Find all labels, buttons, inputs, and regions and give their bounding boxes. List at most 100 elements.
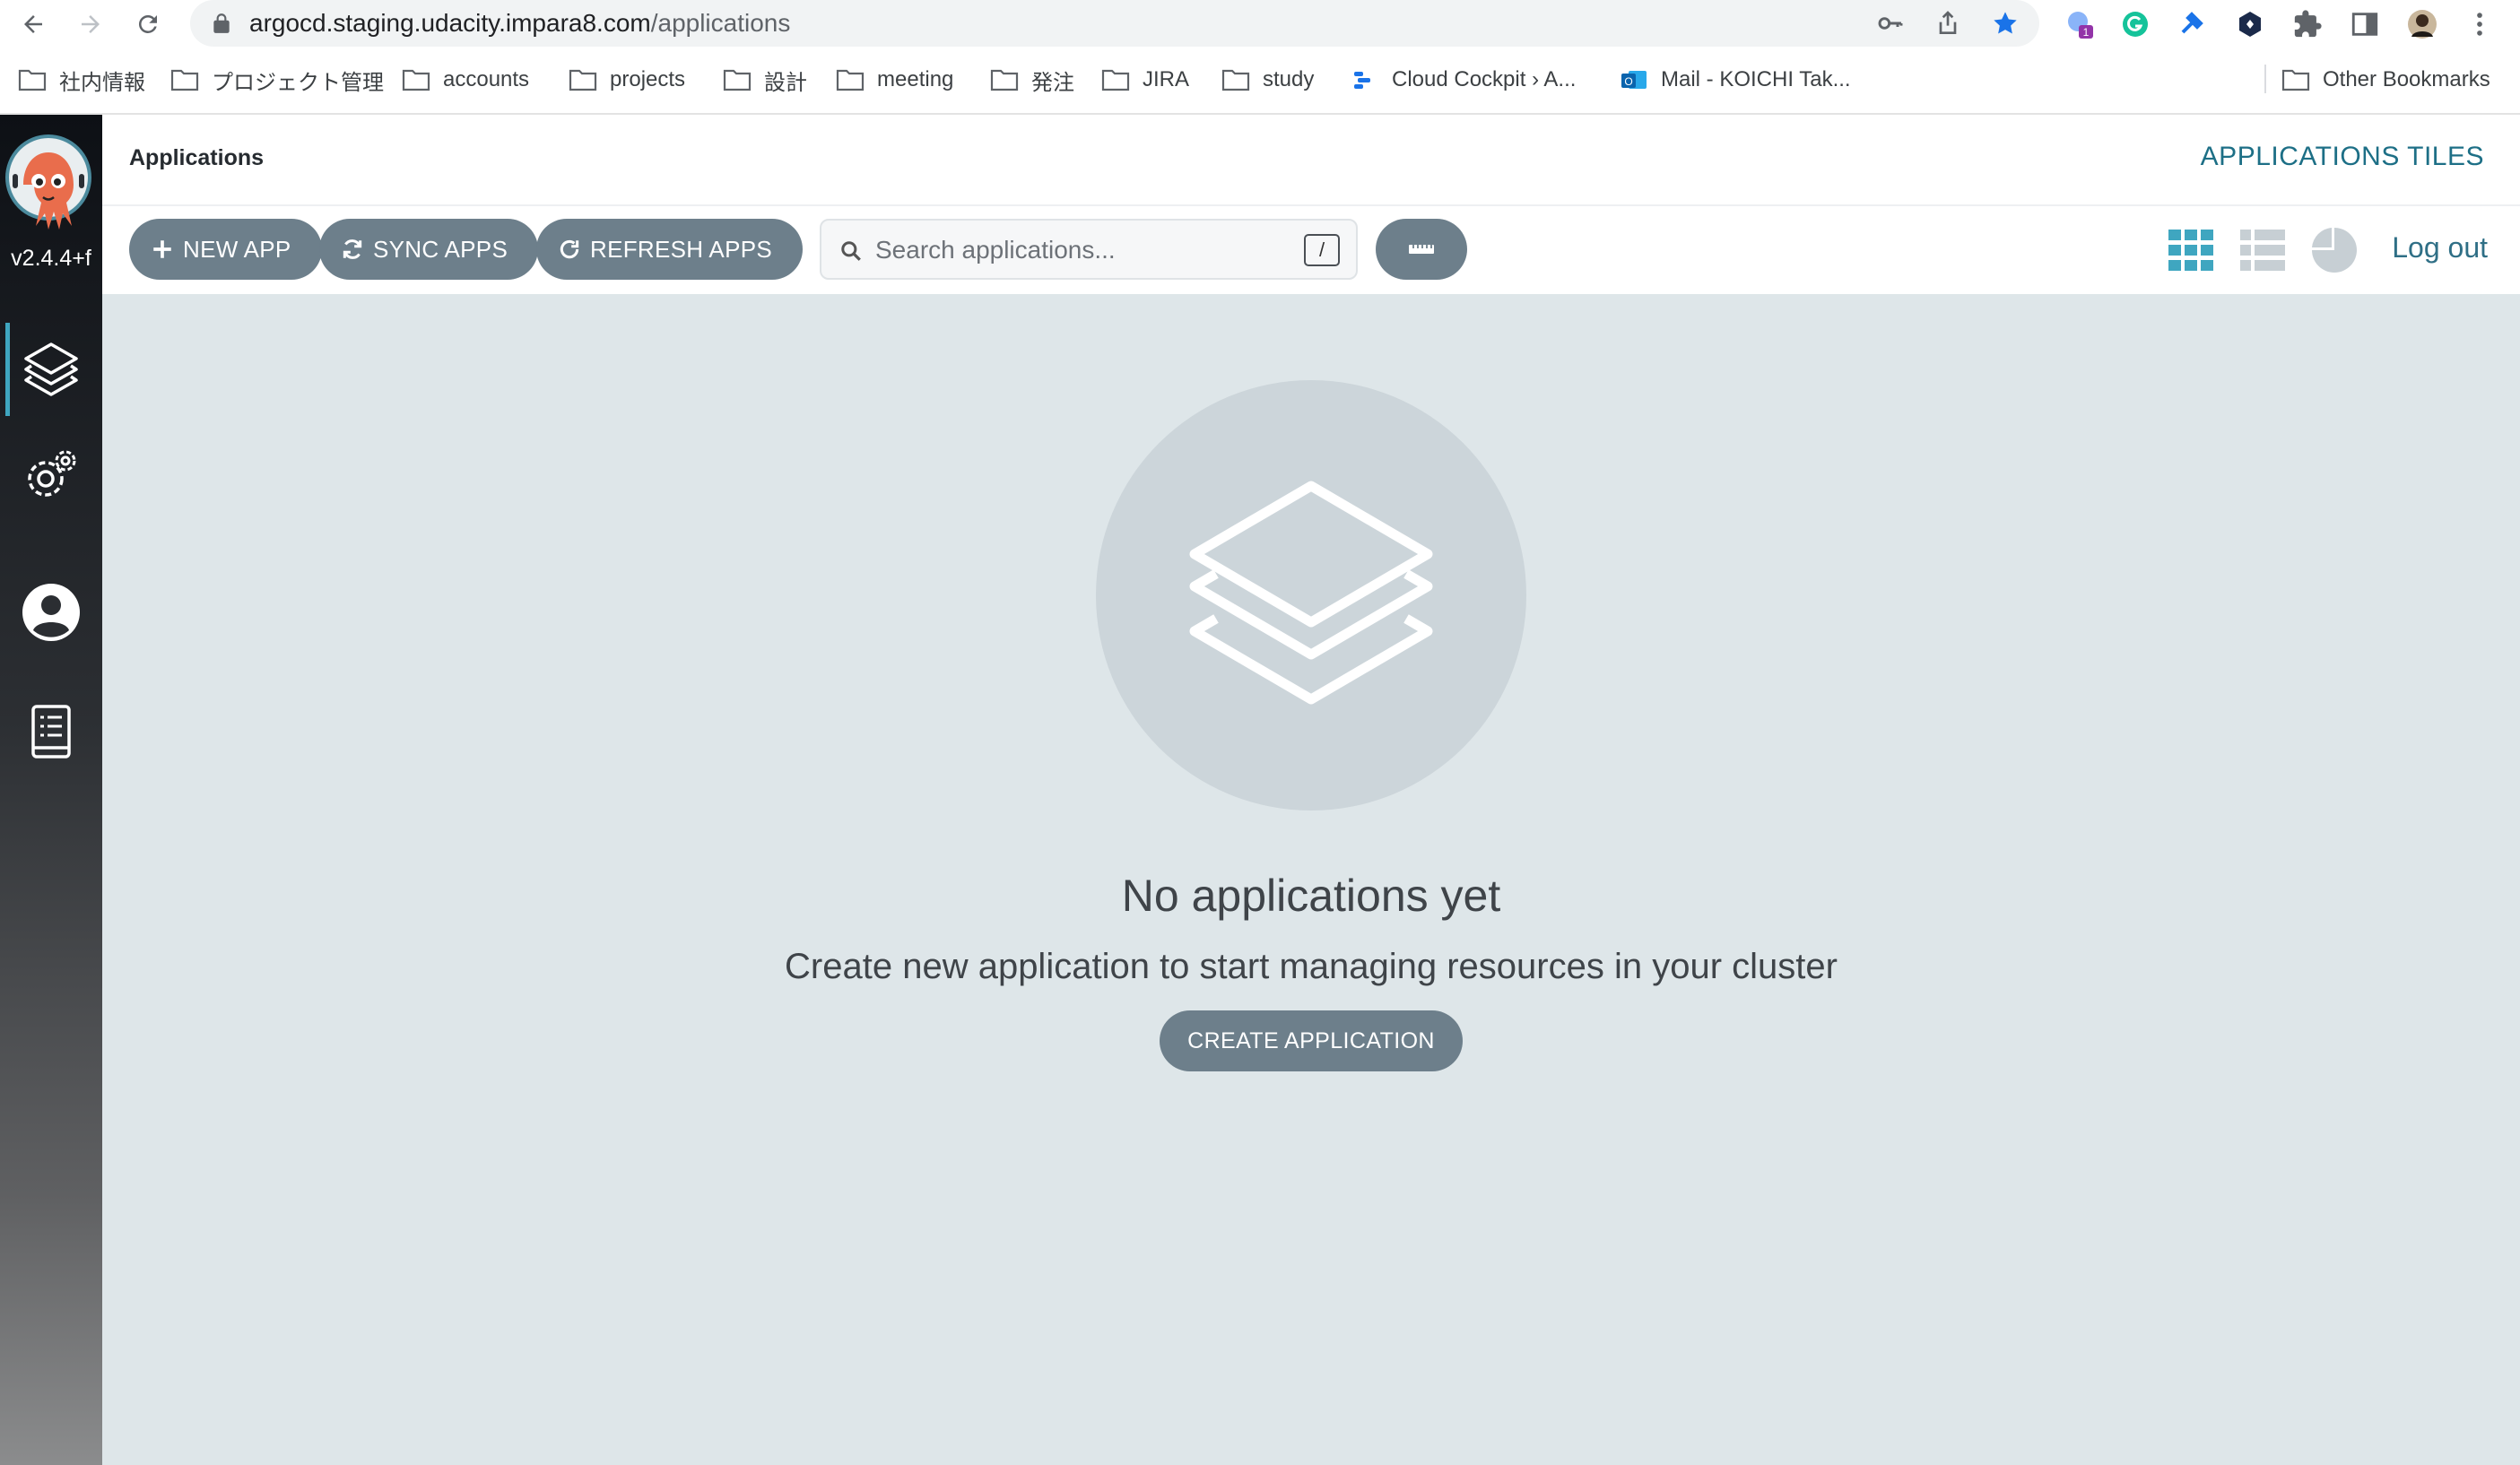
bookmark-label: プロジェクト管理 [212,70,384,95]
summary-view-icon[interactable] [2310,226,2359,274]
page-title: APPLICATIONS TILES [2200,142,2484,171]
grammarly-extension[interactable] [2118,7,2152,41]
applications-content: No applications yet Create new applicati… [102,294,2520,1465]
gears-icon [28,450,76,497]
sync-apps-button[interactable]: SYNC APPS [319,219,539,280]
extension-badge: 1 [2083,26,2090,39]
sidebar-item-applications[interactable] [0,303,102,436]
new-app-button[interactable]: NEW APP [129,219,322,280]
folder-icon [990,69,1019,91]
bookmark-label: meeting [877,67,954,91]
sync-apps-label: SYNC APPS [373,235,508,263]
other-bookmarks-label: Other Bookmarks [2323,67,2490,91]
bookmark-folder[interactable]: study [1221,65,1314,95]
translate-icon: 1 [2068,12,2093,39]
sidebar-item-user-info[interactable] [0,568,102,657]
empty-state-description: Create new application to start managing… [785,947,1838,986]
folder-icon [402,69,430,91]
bookmarks-bar: 社内情報 プロジェクト管理 accounts projects 設計 meeti… [0,56,2520,104]
translate-extension[interactable]: 1 [2063,7,2097,41]
bookmark-folder[interactable]: 発注 [990,65,1074,95]
ruler-icon [1409,245,1434,254]
forward-button[interactable] [74,7,108,41]
bookmark-label: study [1263,67,1315,91]
search-box: / [820,219,1358,280]
refresh-icon [560,239,579,259]
devtool-extension[interactable] [2176,7,2210,41]
folder-icon [836,69,865,91]
lock-icon [213,13,230,33]
top-bar: Applications APPLICATIONS TILES [102,115,2520,206]
hexagon-icon [2239,12,2261,37]
bookmark-label: Cloud Cockpit › A... [1392,67,1577,91]
reload-icon [138,14,157,33]
url-host: argocd.staging.udacity.impara8.com [249,9,651,37]
profile-avatar[interactable] [2405,7,2439,41]
arrow-left-icon [24,15,42,33]
bookmark-folder[interactable]: プロジェクト管理 [170,65,384,95]
back-button[interactable] [16,7,50,41]
layers-icon [1189,481,1433,705]
side-panel-button[interactable] [2348,7,2382,41]
cloud-cockpit-icon [1354,72,1370,89]
ruler-toggle-button[interactable] [1376,219,1467,280]
bookmark-folder[interactable]: JIRA [1101,65,1189,95]
search-shortcut-hint: / [1304,234,1340,266]
sync-icon [343,239,362,259]
hammer-icon [2181,12,2203,34]
other-bookmarks[interactable]: Other Bookmarks [2281,65,2490,95]
create-application-button[interactable]: CREATE APPLICATION [1160,1010,1463,1071]
hex-extension[interactable] [2233,7,2267,41]
bookmark-folder[interactable]: projects [569,65,685,95]
bookmark-link[interactable]: Cloud Cockpit › A... [1351,65,1576,95]
reload-button[interactable] [131,7,165,41]
bookmark-label: Mail - KOICHI Tak... [1661,67,1851,91]
sidebar: v2.4.4+f [0,115,102,1465]
version-label: v2.4.4+f [11,246,91,271]
plus-icon [153,240,171,258]
argo-logo-icon[interactable] [5,133,91,249]
side-panel-icon [2351,13,2378,36]
folder-icon [18,69,47,91]
kebab-menu-icon [2477,13,2482,36]
toolbar: NEW APP SYNC APPS REFRESH APPS / Log out [102,206,2520,294]
bookmark-star-icon[interactable] [1991,9,2020,38]
share-icon[interactable] [1933,9,1962,38]
chrome-menu-button[interactable] [2463,7,2497,41]
logout-link[interactable]: Log out [2392,231,2488,264]
tiles-view-icon[interactable] [2167,226,2215,274]
bookmark-folder[interactable]: 社内情報 [18,65,145,95]
search-input[interactable] [875,231,1270,269]
outlook-icon: O [1621,71,1647,89]
puzzle-icon [2294,10,2322,38]
empty-state-title: No applications yet [1121,871,1501,921]
folder-icon [1221,69,1250,91]
bookmarks-divider [2264,65,2266,93]
bookmark-label: JIRA [1143,67,1190,91]
key-icon[interactable] [1876,9,1905,38]
folder-icon [2281,69,2310,91]
svg-text:O: O [1624,75,1632,88]
bookmark-label: projects [610,67,686,91]
bookmark-label: accounts [443,67,530,91]
extensions-button[interactable] [2290,7,2324,41]
bookmark-label: 発注 [1031,70,1074,95]
browser-toolbar: argocd.staging.udacity.impara8.com/appli… [0,0,2520,48]
refresh-apps-label: REFRESH APPS [590,235,772,263]
sidebar-item-settings[interactable] [0,430,102,520]
address-bar[interactable]: argocd.staging.udacity.impara8.com/appli… [190,0,2039,47]
breadcrumb[interactable]: Applications [129,145,264,171]
bookmark-folder[interactable]: meeting [836,65,953,95]
arrow-right-icon [82,15,100,33]
refresh-apps-button[interactable]: REFRESH APPS [536,219,803,280]
folder-icon [1101,69,1130,91]
folder-icon [170,69,199,91]
sidebar-item-documentation[interactable] [0,687,102,776]
list-view-icon[interactable] [2238,226,2287,274]
url-text: argocd.staging.udacity.impara8.com/appli… [249,9,790,38]
search-icon [841,241,861,261]
bookmark-folder[interactable]: 設計 [723,65,807,95]
bookmark-folder[interactable]: accounts [402,65,529,95]
user-circle-icon [22,584,80,641]
bookmark-link[interactable]: O Mail - KOICHI Tak... [1620,65,1851,95]
